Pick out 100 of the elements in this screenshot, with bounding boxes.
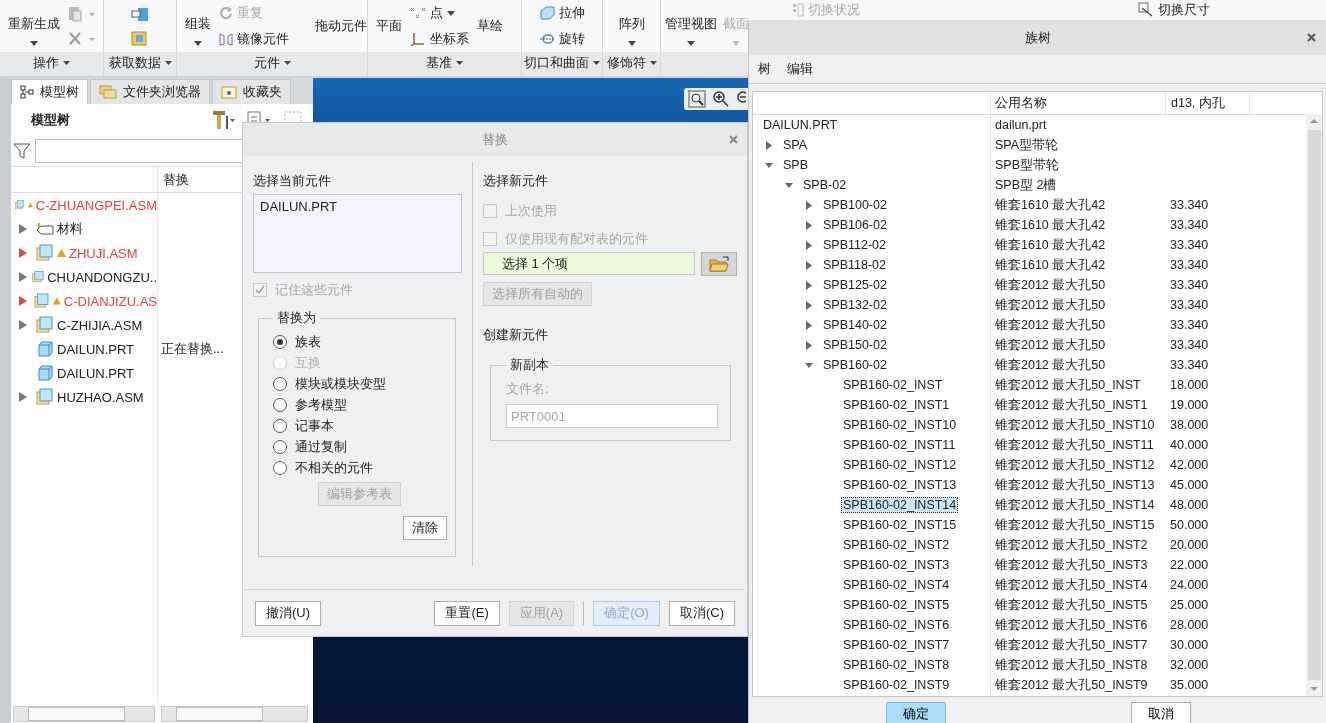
mirror-component-button[interactable]: 镜像元件 bbox=[237, 30, 289, 48]
tree-item[interactable]: SPB160-02_INST1 bbox=[841, 397, 952, 413]
menu-item[interactable]: 编辑 bbox=[787, 60, 813, 78]
column-header[interactable]: 公用名称 bbox=[990, 93, 1165, 114]
caret-icon[interactable] bbox=[447, 10, 455, 16]
expand-arrow-icon[interactable] bbox=[805, 240, 813, 250]
caret-icon[interactable] bbox=[687, 40, 695, 46]
delete-icon[interactable] bbox=[68, 31, 96, 47]
expand-arrow-icon[interactable] bbox=[19, 272, 27, 282]
tree-item[interactable]: C-ZHUANGPEI.ASM bbox=[35, 197, 157, 213]
expand-arrow-icon[interactable] bbox=[765, 140, 773, 150]
expand-arrow-icon[interactable] bbox=[19, 392, 27, 402]
tree-item[interactable]: SPB160-02_INST14 bbox=[841, 497, 959, 513]
dialog-button[interactable]: 重置(E) bbox=[434, 600, 500, 626]
pattern-button[interactable]: 阵列 bbox=[618, 14, 645, 33]
tree-item[interactable]: HUZHAO.ASM bbox=[57, 389, 144, 405]
tree-item[interactable]: SPA bbox=[781, 137, 810, 153]
tree-item[interactable]: SPB160-02_INST15 bbox=[841, 517, 959, 533]
component-list[interactable]: DAILUN.PRT bbox=[253, 194, 462, 273]
group-label[interactable]: 操作 bbox=[33, 54, 59, 72]
dialog-button[interactable]: 取消 bbox=[1131, 702, 1191, 723]
expand-arrow-icon[interactable] bbox=[805, 320, 813, 330]
caret-icon[interactable] bbox=[164, 61, 172, 65]
tree-item[interactable]: SPB160-02_INST2 bbox=[841, 537, 952, 553]
dialog-button[interactable]: 取消(C) bbox=[668, 600, 735, 626]
coordinate-system-button[interactable]: 坐标系 bbox=[430, 30, 469, 48]
radio-button[interactable] bbox=[273, 397, 287, 412]
tree-item[interactable]: CHUANDONGZU.. bbox=[47, 269, 157, 285]
expand-arrow-icon[interactable] bbox=[765, 160, 773, 170]
zoom-in-icon[interactable] bbox=[712, 90, 730, 108]
dialog-button[interactable]: 确定 bbox=[886, 702, 946, 723]
tree-item[interactable]: SPB140-02 bbox=[821, 317, 889, 333]
tree-item[interactable]: DAILUN.PRT bbox=[57, 365, 135, 381]
caret-icon[interactable] bbox=[649, 61, 657, 65]
tree-item[interactable]: SPB160-02_INST3 bbox=[841, 557, 952, 573]
sketch-button[interactable]: 草绘 bbox=[477, 17, 503, 35]
assemble-button[interactable]: 组装 bbox=[185, 14, 211, 33]
tree-item[interactable]: SPB150-02 bbox=[821, 337, 889, 353]
dialog-button[interactable]: 撤消(U) bbox=[255, 600, 322, 626]
tree-item[interactable]: SPB160-02_INST10 bbox=[841, 417, 959, 433]
expand-arrow-icon[interactable] bbox=[805, 360, 813, 370]
regenerate-button[interactable]: 重新生成 bbox=[8, 14, 60, 33]
open-folder-button[interactable] bbox=[701, 252, 737, 276]
tree-item[interactable]: SPB-02 bbox=[801, 177, 849, 193]
radio-button[interactable] bbox=[273, 376, 287, 391]
panel-tab[interactable]: 模型树 bbox=[11, 79, 88, 104]
tree-item[interactable]: SPB160-02_INST7 bbox=[841, 637, 952, 653]
expand-arrow-icon[interactable] bbox=[805, 220, 813, 230]
tree-item[interactable]: SPB160-02_INST bbox=[841, 377, 945, 393]
menu-item[interactable]: 树 bbox=[758, 60, 771, 78]
tree-item[interactable]: SPB100-02 bbox=[821, 197, 889, 213]
import-icon[interactable] bbox=[131, 5, 149, 22]
expand-arrow-icon[interactable] bbox=[805, 200, 813, 210]
expand-arrow-icon[interactable] bbox=[785, 180, 793, 190]
tree-item[interactable]: SPB160-02_INST8 bbox=[841, 657, 952, 673]
close-icon[interactable] bbox=[1307, 33, 1316, 42]
tree-item[interactable]: SPB160-02_INST5 bbox=[841, 597, 952, 613]
point-button[interactable]: 点 bbox=[430, 4, 443, 22]
tree-item[interactable]: SPB132-02 bbox=[821, 297, 889, 313]
plane-button[interactable]: 平面 bbox=[376, 17, 402, 35]
group-label[interactable]: 切口和曲面 bbox=[524, 54, 589, 72]
zoom-fit-icon[interactable] bbox=[688, 90, 706, 108]
tree-item[interactable]: SPB160-02_INST11 bbox=[841, 437, 958, 453]
horizontal-scrollbar[interactable] bbox=[13, 706, 155, 722]
radio-button[interactable] bbox=[273, 334, 287, 349]
panel-tab[interactable]: 文件夹浏览器 bbox=[90, 79, 210, 104]
expand-arrow-icon[interactable] bbox=[805, 260, 813, 270]
caret-icon[interactable] bbox=[63, 61, 70, 65]
selection-field[interactable]: 选择 1 个项 bbox=[483, 252, 695, 275]
panel-tab[interactable]: 收藏夹 bbox=[212, 79, 291, 104]
tree-item[interactable]: ZHUJI.ASM bbox=[69, 245, 138, 261]
group-label[interactable]: 元件 bbox=[253, 54, 280, 72]
caret-icon[interactable] bbox=[194, 40, 202, 46]
caret-icon[interactable] bbox=[30, 40, 38, 46]
filter-icon[interactable] bbox=[13, 142, 31, 160]
expand-arrow-icon[interactable] bbox=[19, 248, 27, 258]
tree-item[interactable]: SPB106-02 bbox=[821, 217, 889, 233]
radio-button[interactable] bbox=[273, 439, 287, 454]
expand-arrow-icon[interactable] bbox=[19, 224, 27, 234]
radio-button[interactable] bbox=[273, 418, 287, 433]
radio-button[interactable] bbox=[273, 460, 287, 475]
horizontal-scrollbar[interactable] bbox=[161, 706, 308, 722]
list-item[interactable]: DAILUN.PRT bbox=[260, 199, 338, 214]
toggle-dimensions-button[interactable]: 切换尺寸 bbox=[1158, 1, 1210, 19]
caret-icon[interactable] bbox=[283, 61, 291, 65]
tree-item[interactable]: SPB160-02 bbox=[821, 357, 889, 373]
group-label[interactable]: 获取数据 bbox=[108, 54, 161, 72]
caret-icon[interactable] bbox=[593, 61, 600, 65]
expand-arrow-icon[interactable] bbox=[19, 296, 27, 306]
caret-icon[interactable] bbox=[456, 61, 463, 65]
tree-item[interactable]: 材料 bbox=[57, 220, 83, 238]
tree-item[interactable]: SPB160-02_INST6 bbox=[841, 617, 952, 633]
column-header[interactable]: 替换 bbox=[157, 170, 189, 189]
group-label[interactable]: 基准 bbox=[426, 54, 452, 72]
tree-item[interactable]: SPB160-02_INST12 bbox=[841, 457, 959, 473]
column-header[interactable]: d13, 内孔 bbox=[1165, 93, 1250, 114]
expand-arrow-icon[interactable] bbox=[805, 340, 813, 350]
tree-item[interactable]: SPB118-02 bbox=[821, 257, 888, 273]
tree-item[interactable]: SPB bbox=[781, 157, 810, 173]
tree-item[interactable]: DAILUN.PRT bbox=[761, 117, 840, 133]
